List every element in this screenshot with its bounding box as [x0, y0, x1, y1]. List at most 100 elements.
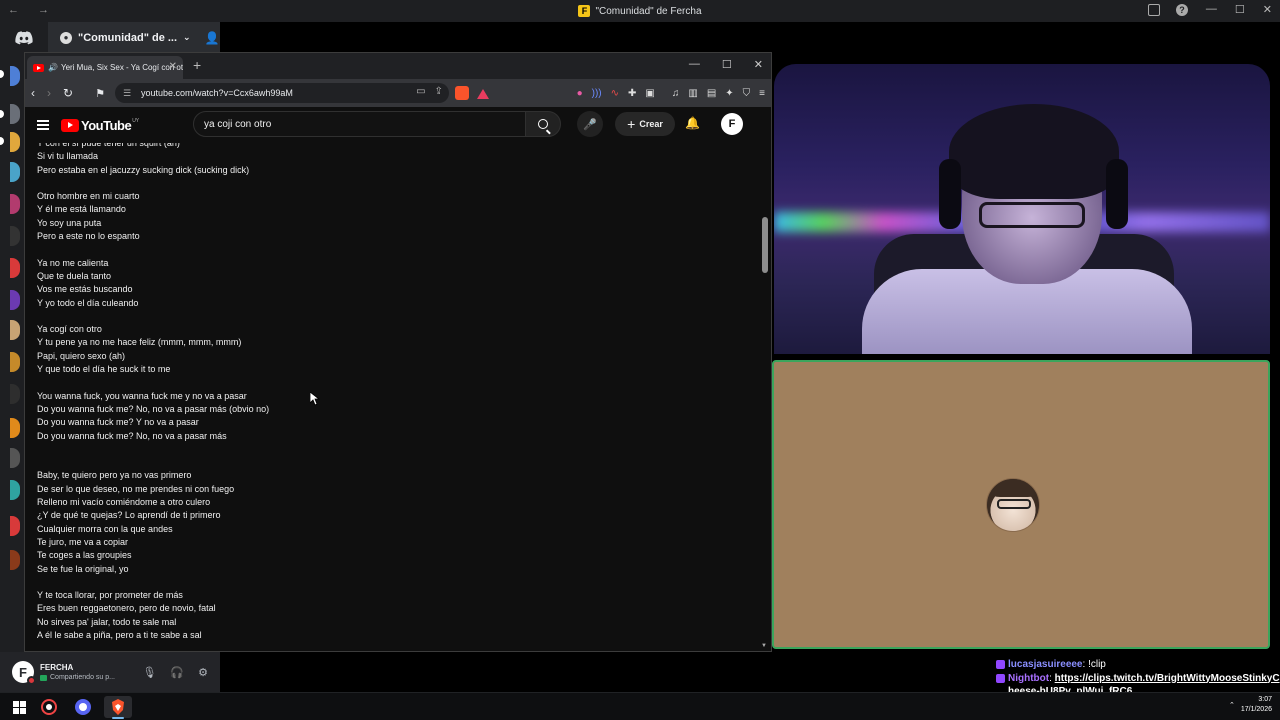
server-icon[interactable]	[10, 290, 20, 310]
forward-arrow-icon[interactable]: ›	[47, 86, 51, 100]
puzzle-extensions-icon[interactable]: ✚	[628, 88, 636, 99]
server-icon[interactable]	[10, 480, 20, 500]
server-icon[interactable]	[10, 258, 20, 278]
streamer-hair	[949, 104, 1119, 199]
voice-search-button[interactable]: 🎤	[577, 111, 603, 137]
account-avatar[interactable]: F	[721, 113, 743, 135]
chat-message: lucasjasuireeee: !clip	[996, 658, 1280, 672]
help-icon[interactable]: ?	[1176, 4, 1188, 16]
server-icon[interactable]	[10, 162, 20, 182]
headset-left	[939, 159, 961, 229]
avatar-glasses	[997, 499, 1031, 509]
extension-icon[interactable]: ∿	[611, 88, 619, 99]
lyric-line: Do you wanna fuck me? No, no va a pasar …	[37, 430, 227, 441]
leo-ai-icon[interactable]: ✦	[725, 88, 733, 99]
new-tab-button[interactable]: +	[193, 57, 201, 73]
browser-tab[interactable]: 🔊 Yeri Mua, Six Sex - Ya Cogí con otro ✕	[27, 56, 183, 79]
title-nav-arrows[interactable]: ← →	[8, 4, 57, 16]
chevron-down-icon[interactable]: ⌄	[183, 32, 191, 43]
sidebar-icon[interactable]: ▥	[688, 88, 697, 99]
inbox-icon[interactable]	[1148, 4, 1160, 16]
server-icon[interactable]	[10, 448, 20, 468]
address-bar[interactable]: ☰ youtube.com/watch?v=Ccx6awh99aM ▭ ⇪	[114, 83, 449, 103]
server-icon[interactable]	[10, 352, 20, 372]
avatar[interactable]: F	[12, 661, 36, 685]
brave-rewards-icon[interactable]	[476, 89, 489, 99]
lyric-line	[37, 243, 737, 256]
server-icon[interactable]	[10, 66, 20, 86]
youtube-logo[interactable]: YouTube UY	[61, 118, 139, 133]
add-user-icon[interactable]: 👤	[205, 31, 220, 45]
youtube-masthead: YouTube UY ya coji con otro ✕ 🎤 + Crear …	[25, 107, 771, 143]
maximize-button[interactable]: ☐	[1235, 3, 1245, 16]
lyric-line: Te juro, me va a copiar	[37, 536, 129, 547]
gear-icon[interactable]: ⚙	[198, 666, 208, 679]
browser-maximize-button[interactable]: ☐	[722, 58, 732, 71]
avatar-hair	[991, 479, 1037, 497]
taskbar-discord-icon[interactable]	[72, 697, 94, 717]
browser-close-button[interactable]: ✕	[754, 58, 763, 71]
server-icon[interactable]	[10, 384, 20, 404]
bell-icon[interactable]: 🔔	[685, 116, 700, 130]
avatar[interactable]	[986, 478, 1040, 532]
server-icon[interactable]	[10, 132, 20, 152]
brave-shields-icon[interactable]	[454, 86, 469, 100]
wallet-icon[interactable]: ▤	[707, 88, 716, 99]
picture-in-picture-icon[interactable]: ▭	[416, 86, 425, 97]
minimize-button[interactable]: —	[1206, 3, 1217, 16]
extension-icon[interactable]: )))	[592, 88, 602, 99]
server-icon[interactable]	[10, 194, 20, 214]
windows-start-button[interactable]	[8, 697, 30, 717]
screenshot-icon[interactable]: ▣	[645, 88, 654, 99]
scroll-down-arrow-icon[interactable]: ▼	[761, 643, 767, 649]
mouse-cursor-icon	[310, 392, 320, 406]
server-icon[interactable]	[10, 516, 20, 536]
create-button[interactable]: + Crear	[615, 112, 675, 136]
server-header[interactable]: ● "Comunidad" de ... ⌄ 👤	[48, 22, 220, 54]
mic-icon[interactable]: 🎙	[142, 666, 156, 679]
lyric-line: Do you wanna fuck me? Y no va a pasar	[37, 417, 199, 428]
system-clock[interactable]: 3:07 17/1/2026	[1241, 695, 1272, 715]
taskbar-brave-icon[interactable]	[104, 696, 132, 719]
reload-icon[interactable]: ↻	[63, 86, 73, 100]
speaker-icon[interactable]: 🔊	[48, 63, 58, 72]
server-icon[interactable]	[10, 550, 20, 570]
scrollbar-thumb[interactable]	[762, 217, 768, 273]
server-icon[interactable]	[10, 320, 20, 340]
page-scrollbar[interactable]: ▼	[759, 143, 771, 651]
lyric-line: You wanna fuck, you wanna fuck me y no v…	[37, 390, 247, 401]
unread-indicator	[0, 70, 4, 78]
account-avatar-letter: F	[728, 118, 736, 130]
menu-icon[interactable]: ≡	[759, 88, 765, 99]
hamburger-menu-icon[interactable]	[37, 120, 49, 130]
url-text[interactable]: youtube.com/watch?v=Ccx6awh99aM	[141, 88, 293, 98]
create-label: Crear	[639, 119, 663, 129]
close-button[interactable]: ✕	[1263, 3, 1272, 16]
browser-minimize-button[interactable]: —	[689, 58, 700, 71]
extension-icon[interactable]: ●	[577, 88, 583, 99]
music-icon[interactable]: ♫	[672, 88, 680, 99]
taskbar-app-icon[interactable]	[38, 697, 60, 717]
lyric-line: Y te toca llorar, por prometer de más	[37, 590, 183, 601]
back-arrow-icon[interactable]: ‹	[31, 86, 35, 100]
server-icon[interactable]	[10, 104, 20, 124]
twitch-badge-icon	[996, 660, 1005, 669]
headphones-icon[interactable]: 🎧	[170, 666, 184, 679]
server-icon[interactable]	[10, 226, 20, 246]
unread-indicator	[0, 110, 4, 118]
search-button[interactable]	[525, 111, 561, 137]
taskbar: ⌃ 3:07 17/1/2026	[0, 692, 1280, 720]
voice-call-tile[interactable]	[772, 360, 1270, 649]
bookmark-icon[interactable]: ⚑	[95, 87, 105, 100]
discord-home-icon[interactable]	[8, 28, 40, 48]
tab-close-icon[interactable]: ✕	[169, 61, 177, 72]
server-icon[interactable]	[10, 418, 20, 438]
tray-chevron-up-icon[interactable]: ⌃	[1229, 701, 1235, 709]
status-dnd-icon	[27, 676, 36, 685]
search-query[interactable]: ya coji con otro	[204, 119, 271, 130]
vpn-icon[interactable]: ⛉	[743, 88, 751, 99]
lyric-line: Se te fue la original, yo	[37, 563, 129, 574]
site-info-icon[interactable]: ☰	[123, 88, 131, 99]
share-icon[interactable]: ⇪	[435, 86, 443, 97]
search-input[interactable]: ya coji con otro ✕	[193, 111, 545, 137]
